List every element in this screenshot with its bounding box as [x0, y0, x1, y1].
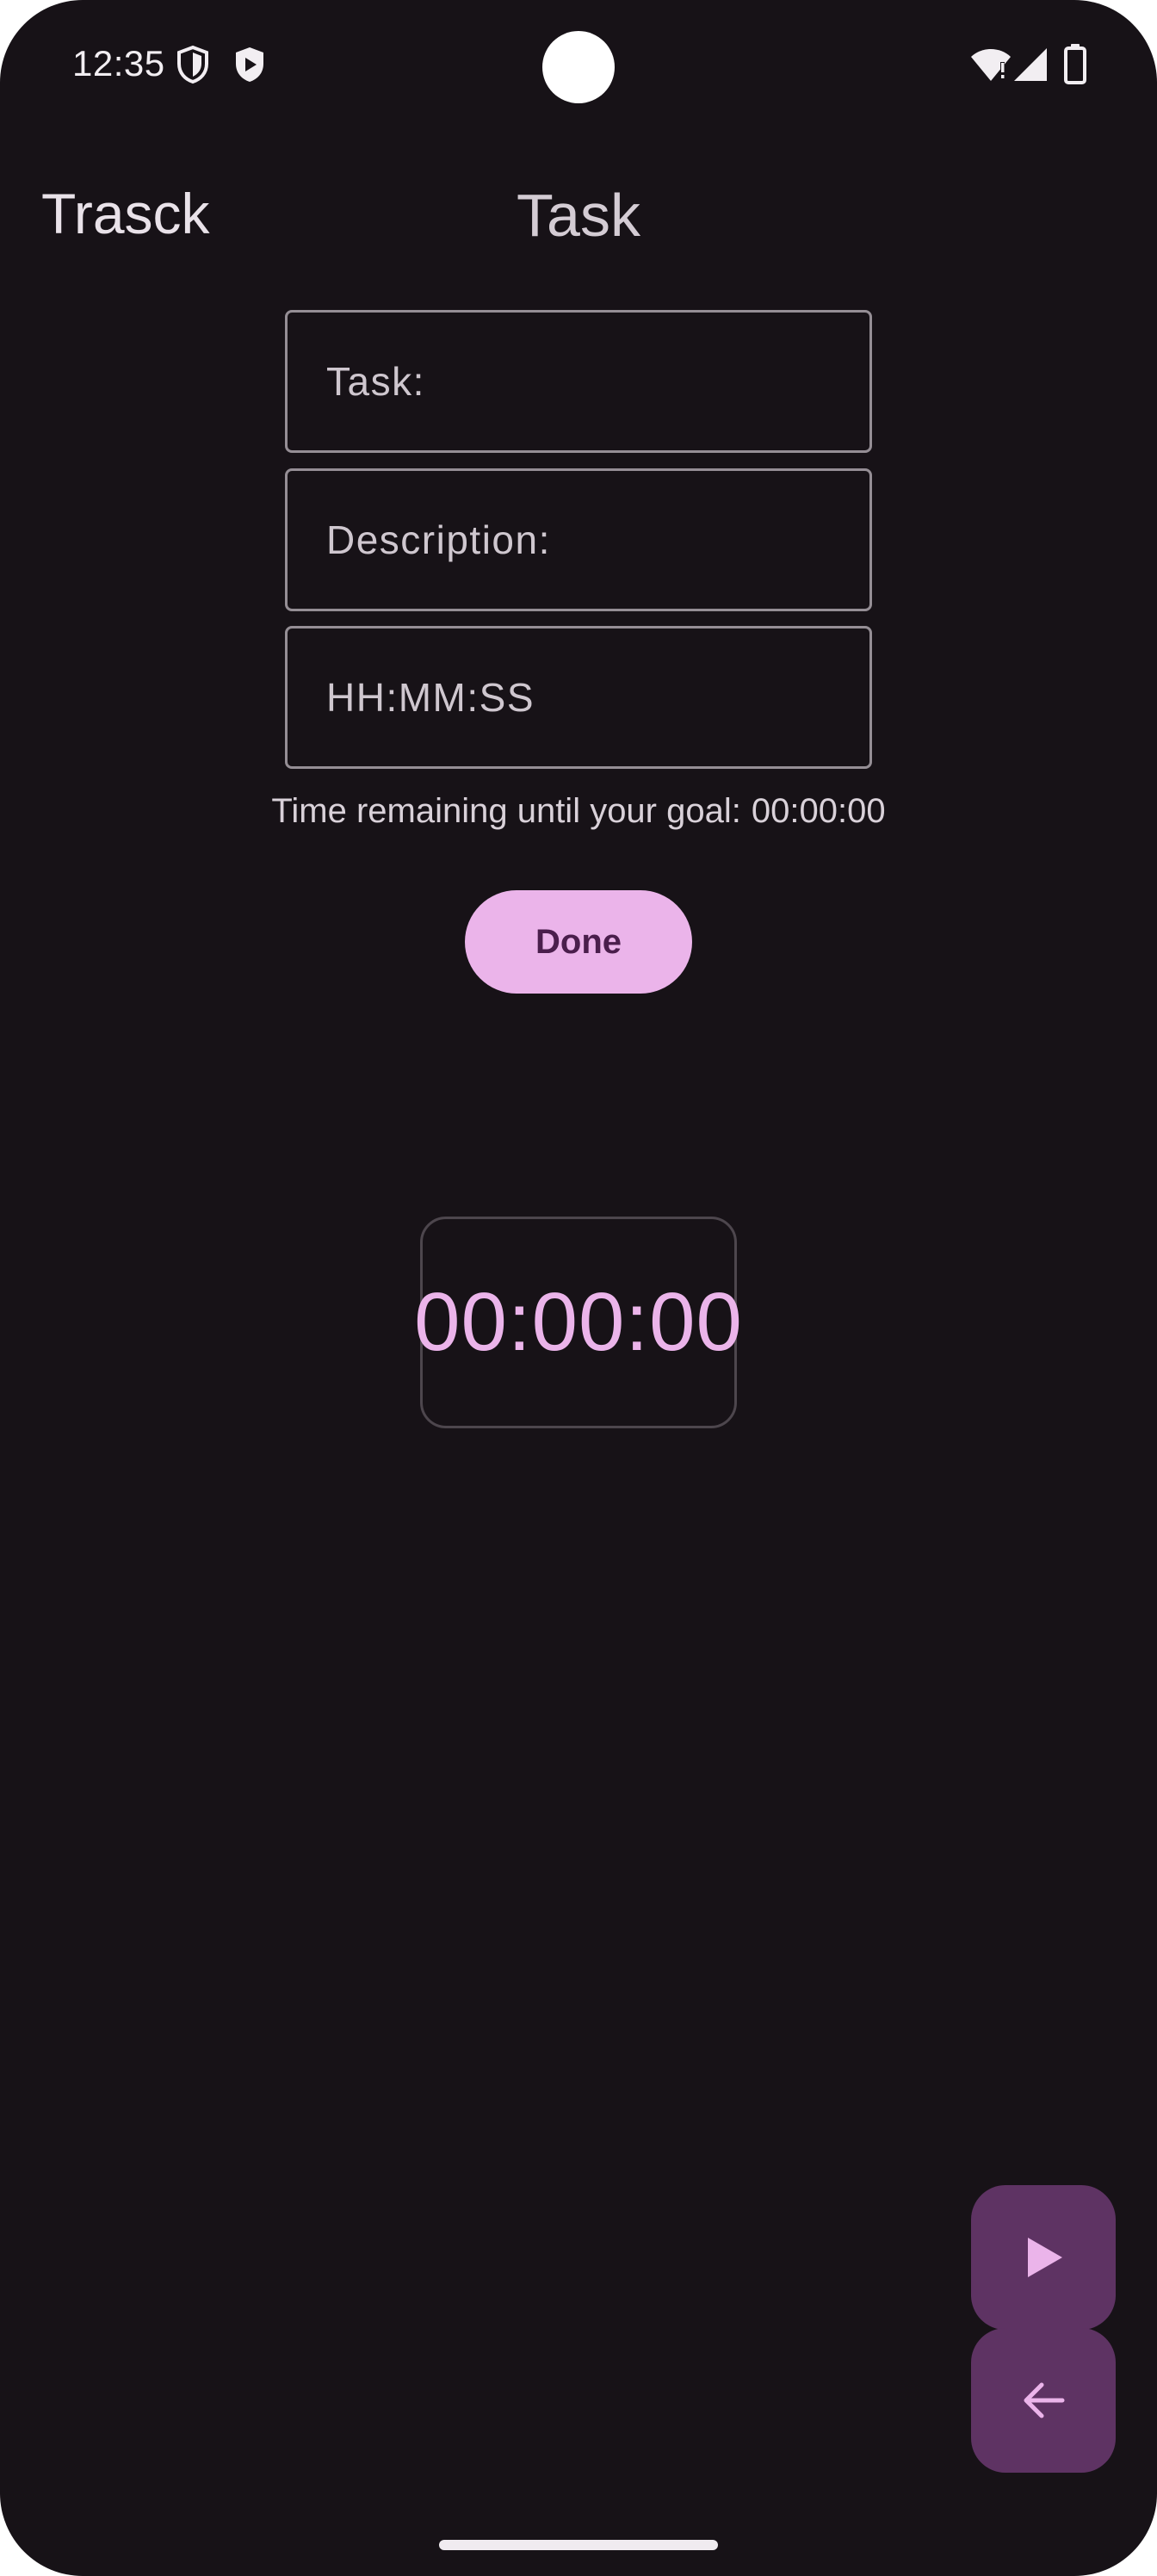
gesture-home-bar[interactable] — [439, 2540, 718, 2550]
page-title: Task — [517, 182, 640, 249]
shield-play-icon — [236, 47, 263, 82]
time-goal-input[interactable] — [285, 626, 872, 769]
status-time: 12:35 — [72, 43, 165, 84]
wifi-alert-icon — [971, 49, 1011, 81]
start-timer-button[interactable] — [971, 2185, 1116, 2330]
timer-text: 00:00:00 — [414, 1276, 743, 1368]
time-remaining-text: Time remaining until your goal: 00:00:00 — [0, 792, 1157, 831]
back-button[interactable] — [971, 2328, 1116, 2473]
description-input[interactable] — [285, 468, 872, 611]
task-input[interactable] — [285, 310, 872, 453]
done-button[interactable]: Done — [465, 890, 692, 994]
shield-outline-icon — [177, 45, 208, 84]
time-remaining-value: 00:00:00 — [751, 792, 886, 830]
battery-icon — [1064, 44, 1086, 84]
time-remaining-label: Time remaining until your goal: — [271, 792, 741, 830]
cell-signal-icon — [1014, 48, 1047, 81]
timer-display: 00:00:00 — [414, 1217, 742, 1428]
phone-screen: 12:35 Trasck Task Time remaining until y… — [0, 0, 1157, 2576]
front-camera — [542, 31, 615, 103]
arrow-back-icon — [1024, 2382, 1065, 2418]
play-icon — [1028, 2238, 1062, 2277]
